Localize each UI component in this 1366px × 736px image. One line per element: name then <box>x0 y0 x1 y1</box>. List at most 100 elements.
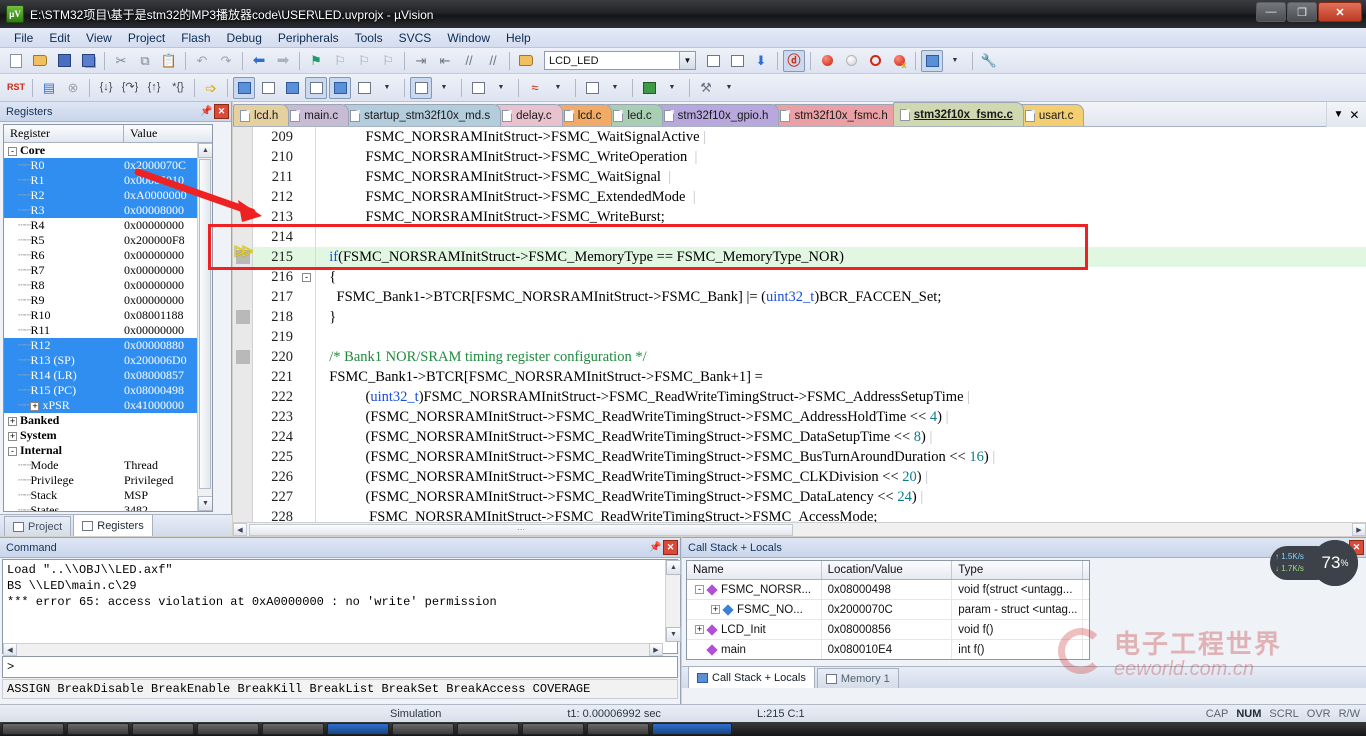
scrollbar-thumb[interactable]: ⋯ <box>249 523 793 536</box>
tree-expander-icon[interactable]: + <box>711 605 720 614</box>
start-stop-debug-icon[interactable]: ⓓ <box>783 49 805 72</box>
code-line[interactable]: 212 FSMC_NORSRAMInitStruct->FSMC_Extende… <box>253 187 1366 207</box>
register-row[interactable]: ┄┄Stack MSP <box>4 488 212 503</box>
register-row[interactable]: ┄┄ + xPSR 0x41000000 <box>4 398 212 413</box>
register-row[interactable]: ┄┄R12 0x00000880 <box>4 338 212 353</box>
taskbar-item[interactable] <box>522 723 584 735</box>
call-stack-window-icon[interactable] <box>329 76 351 99</box>
menu-project[interactable]: Project <box>120 29 173 47</box>
disassembly-window-icon[interactable] <box>257 77 279 99</box>
register-row[interactable]: ┄┄R7 0x00000000 <box>4 263 212 278</box>
watch-dropdown-icon[interactable]: ▼ <box>377 77 399 99</box>
fold-toggle-icon[interactable] <box>301 247 315 267</box>
step-out-icon[interactable]: {↑} <box>143 77 165 99</box>
code-line[interactable]: 218 } <box>253 307 1366 327</box>
close-icon[interactable]: ✕ <box>214 104 229 119</box>
fold-toggle-icon[interactable] <box>301 427 315 447</box>
code-lines[interactable]: 209 FSMC_NORSRAMInitStruct->FSMC_WaitSig… <box>253 127 1366 527</box>
register-row[interactable]: ┄┄R13 (SP) 0x200006D0 <box>4 353 212 368</box>
kill-all-breakpoints-icon[interactable] <box>864 50 886 72</box>
taskbar-item[interactable] <box>327 723 389 735</box>
save-all-icon[interactable] <box>77 50 99 72</box>
chevron-down-icon[interactable]: ▼ <box>1334 109 1344 120</box>
run-icon[interactable]: ▤ <box>38 77 60 99</box>
code-line[interactable]: 215 if(FSMC_NORSRAMInitStruct->FSMC_Memo… <box>253 247 1366 267</box>
insert-breakpoint-icon[interactable] <box>816 50 838 72</box>
tab-call-stack-locals[interactable]: Call Stack + Locals <box>688 666 815 688</box>
disable-all-breakpoints-icon[interactable] <box>888 50 910 72</box>
code-line[interactable]: 210 FSMC_NORSRAMInitStruct->FSMC_WriteOp… <box>253 147 1366 167</box>
navigate-forward-icon[interactable]: ➡ <box>272 50 294 72</box>
editor-tab[interactable]: main.c <box>283 104 350 126</box>
watch-windows-icon[interactable] <box>353 77 375 99</box>
code-line[interactable]: 213 FSMC_NORSRAMInitStruct->FSMC_WriteBu… <box>253 207 1366 227</box>
taskbar-item[interactable] <box>262 723 324 735</box>
scroll-right-icon[interactable]: ▶ <box>1352 523 1366 536</box>
taskbar-item[interactable] <box>392 723 454 735</box>
taskbar-item[interactable] <box>67 723 129 735</box>
scroll-up-icon[interactable]: ▲ <box>666 560 681 575</box>
serial-windows-icon[interactable] <box>467 77 489 99</box>
code-line[interactable]: 216- { <box>253 267 1366 287</box>
toolbox-icon[interactable]: ⚒ <box>695 77 717 99</box>
editor-tab[interactable]: led.c <box>606 104 663 126</box>
tree-expander-icon[interactable]: - <box>8 446 17 456</box>
manage-project-items-icon[interactable] <box>702 50 724 72</box>
editor-tab[interactable]: startup_stm32f10x_md.s <box>343 104 502 126</box>
taskbar-item[interactable] <box>2 723 64 735</box>
code-line[interactable]: 225 (FSMC_NORSRAMInitStruct->FSMC_ReadWr… <box>253 447 1366 467</box>
close-icon[interactable]: ✕ <box>663 540 678 555</box>
bookmark-next-icon[interactable]: ⚐ <box>353 50 375 72</box>
registers-scrollbar[interactable]: ▲ ▼ <box>197 143 212 511</box>
code-line[interactable]: 227 (FSMC_NORSRAMInitStruct->FSMC_ReadWr… <box>253 487 1366 507</box>
outdent-icon[interactable]: ⇤ <box>434 50 456 72</box>
chevron-down-icon[interactable]: ▼ <box>679 52 695 69</box>
register-row[interactable]: ┄┄R15 (PC) 0x08000498 <box>4 383 212 398</box>
target-select[interactable]: LCD_LED ▼ <box>544 51 696 70</box>
call-stack-row[interactable]: + LCD_Init 0x08000856 void f() <box>687 620 1089 640</box>
tree-expander-icon[interactable]: + <box>8 416 17 426</box>
breakpoint-marker[interactable] <box>236 350 250 364</box>
registers-window-icon[interactable] <box>305 76 327 99</box>
tree-expander-icon[interactable]: - <box>8 146 17 156</box>
reset-cpu-icon[interactable]: RST <box>5 77 27 99</box>
editor-tab[interactable]: stm32f10x_gpio.h <box>656 104 780 126</box>
batch-build-icon[interactable] <box>726 50 748 72</box>
tree-expander-icon[interactable]: + <box>695 625 704 634</box>
step-into-icon[interactable]: {↓} <box>95 77 117 99</box>
menu-flash[interactable]: Flash <box>173 29 218 47</box>
open-file-icon[interactable] <box>29 50 51 72</box>
menu-tools[interactable]: Tools <box>347 29 391 47</box>
new-file-icon[interactable] <box>5 50 27 72</box>
scroll-right-icon[interactable]: ▶ <box>649 643 663 656</box>
register-row[interactable]: ┄┄R11 0x00000000 <box>4 323 212 338</box>
fold-toggle-icon[interactable] <box>301 347 315 367</box>
memory-dropdown-icon[interactable]: ▼ <box>434 77 456 99</box>
target-options-icon[interactable] <box>515 50 537 72</box>
taskbar-item[interactable] <box>457 723 519 735</box>
menu-edit[interactable]: Edit <box>41 29 78 47</box>
indent-icon[interactable]: ⇥ <box>410 50 432 72</box>
pin-icon[interactable]: 📌 <box>199 104 214 119</box>
fold-toggle-icon[interactable] <box>301 467 315 487</box>
undo-icon[interactable]: ↶ <box>191 50 213 72</box>
manage-components-icon[interactable] <box>921 49 943 72</box>
fold-toggle-icon[interactable] <box>301 127 315 147</box>
command-output-scrollbar[interactable]: ▲ ▼ <box>665 560 681 642</box>
register-row[interactable]: ┄┄Mode Thread <box>4 458 212 473</box>
code-line[interactable]: 209 FSMC_NORSRAMInitStruct->FSMC_WaitSig… <box>253 127 1366 147</box>
editor-tab[interactable]: lcd.h <box>233 104 290 126</box>
register-row[interactable]: ┄┄R2 0xA0000000 <box>4 188 212 203</box>
disable-breakpoint-icon[interactable] <box>840 50 862 72</box>
memory-windows-icon[interactable] <box>410 76 432 99</box>
call-stack-row[interactable]: + FSMC_NO... 0x2000070C param - struct <unt… <box>687 600 1089 620</box>
taskbar-item[interactable] <box>132 723 194 735</box>
register-row[interactable]: + System <box>4 428 212 443</box>
fold-toggle-icon[interactable] <box>301 287 315 307</box>
step-over-icon[interactable]: {↷} <box>119 77 141 99</box>
register-row[interactable]: ┄┄Privilege Privileged <box>4 473 212 488</box>
uncomment-icon[interactable]: // <box>482 50 504 72</box>
register-row[interactable]: ┄┄R6 0x00000000 <box>4 248 212 263</box>
call-stack-row[interactable]: - FSMC_NORSR... 0x08000498 void f(struct <u… <box>687 580 1089 600</box>
cut-icon[interactable]: ✂ <box>110 50 132 72</box>
